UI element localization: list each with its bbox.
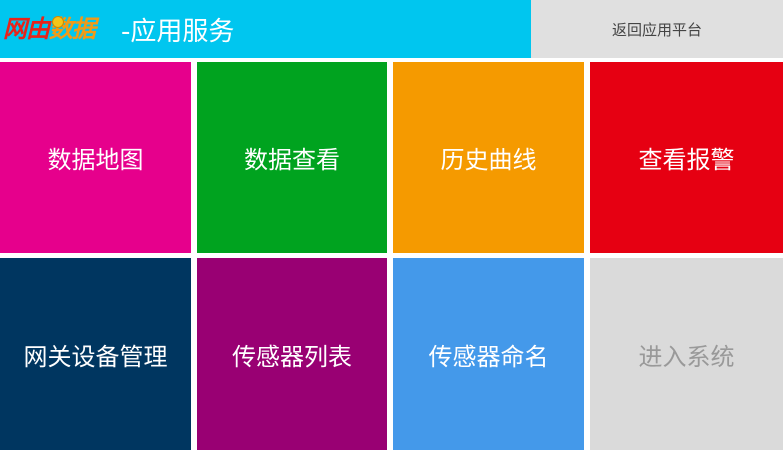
brand-bar: 网由数据 -应用服务	[0, 0, 531, 58]
logo-text-part1: 网由	[3, 14, 50, 43]
tile-enter-system[interactable]: 进入系统	[590, 258, 783, 450]
logo-text: 网由数据	[3, 14, 96, 43]
tile-label: 传感器列表	[232, 342, 352, 371]
tile-label: 历史曲线	[440, 146, 537, 174]
app-header: 网由数据 -应用服务 返回应用平台	[0, 0, 783, 58]
tile-sensor-list[interactable]: 传感器列表	[197, 258, 387, 450]
tile-history-curve[interactable]: 历史曲线	[393, 62, 584, 253]
tile-label: 查看报警	[638, 146, 735, 174]
tile-label: 网关设备管理	[23, 342, 168, 371]
tile-view-alarms[interactable]: 查看报警	[590, 62, 783, 253]
tile-sensor-naming[interactable]: 传感器命名	[393, 258, 584, 450]
return-to-platform-button[interactable]: 返回应用平台	[531, 0, 783, 58]
logo-badge-icon	[52, 16, 64, 28]
tile-label: 数据查看	[244, 146, 340, 174]
tile-label: 传感器命名	[428, 342, 549, 371]
tile-gateway-device-management[interactable]: 网关设备管理	[0, 258, 191, 450]
tile-data-map[interactable]: 数据地图	[0, 62, 191, 253]
logo: 网由数据	[3, 9, 115, 49]
page-title: -应用服务	[121, 16, 235, 47]
tile-label: 进入系统	[638, 342, 735, 371]
tile-data-view[interactable]: 数据查看	[197, 62, 387, 253]
tile-label: 数据地图	[47, 146, 144, 174]
